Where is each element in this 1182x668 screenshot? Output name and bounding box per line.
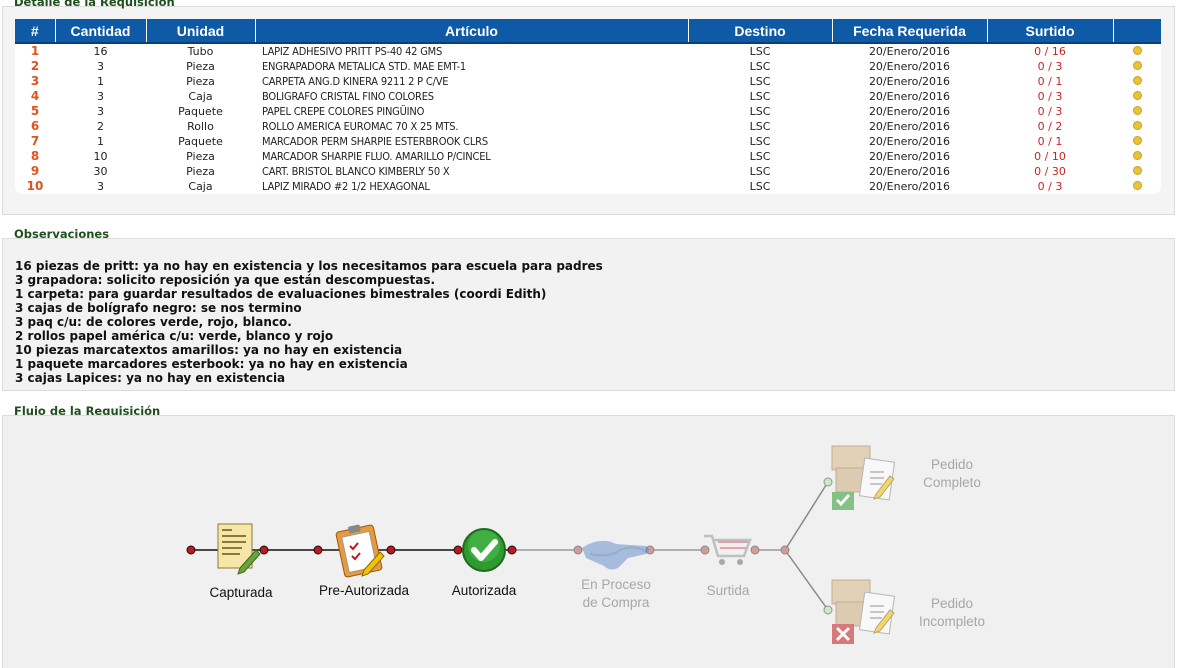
handshake-icon (582, 540, 649, 570)
node-dot (700, 545, 710, 555)
node-dot (823, 477, 833, 487)
green-check-icon (462, 528, 506, 572)
stage-completo-label: Pedido Completo (906, 456, 998, 492)
node-dot (573, 545, 583, 555)
stage-completo-line1: Pedido (930, 457, 974, 472)
boxes-checklist-red-x-icon (831, 579, 896, 644)
node-dot (750, 545, 760, 555)
node-dot (823, 605, 833, 615)
flow-branch-incomplete (784, 549, 829, 611)
node-dot (259, 545, 269, 555)
stage-preautorizada-label: Pre-Autorizada (318, 583, 410, 598)
node-dot (386, 545, 396, 555)
boxes-checklist-green-check-icon (831, 445, 896, 510)
node-dot (507, 545, 517, 555)
stage-surtida-label: Surtida (706, 583, 750, 598)
node-dot (186, 545, 196, 555)
stage-autorizada-label: Autorizada (451, 583, 517, 598)
stage-proceso-line1: En Proceso (581, 577, 651, 592)
stage-completo-line2: Completo (923, 475, 981, 490)
flow-diagram (186, 445, 896, 644)
flow-branch-complete (784, 481, 829, 551)
document-pencil-icon (217, 523, 261, 575)
stage-incompleto-label: Pedido Incompleto (906, 595, 998, 631)
node-dot (313, 545, 323, 555)
clipboard-checklist-icon (335, 524, 385, 578)
node-dot (453, 545, 463, 555)
stage-proceso-line2: de Compra (582, 595, 650, 610)
stage-capturada-label: Capturada (209, 585, 273, 600)
stage-proceso-label: En Proceso de Compra (566, 576, 666, 612)
stage-incompleto-line1: Pedido (930, 596, 974, 611)
shopping-cart-icon (704, 534, 752, 565)
node-dot (780, 545, 790, 555)
stage-incompleto-line2: Incompleto (918, 614, 986, 629)
